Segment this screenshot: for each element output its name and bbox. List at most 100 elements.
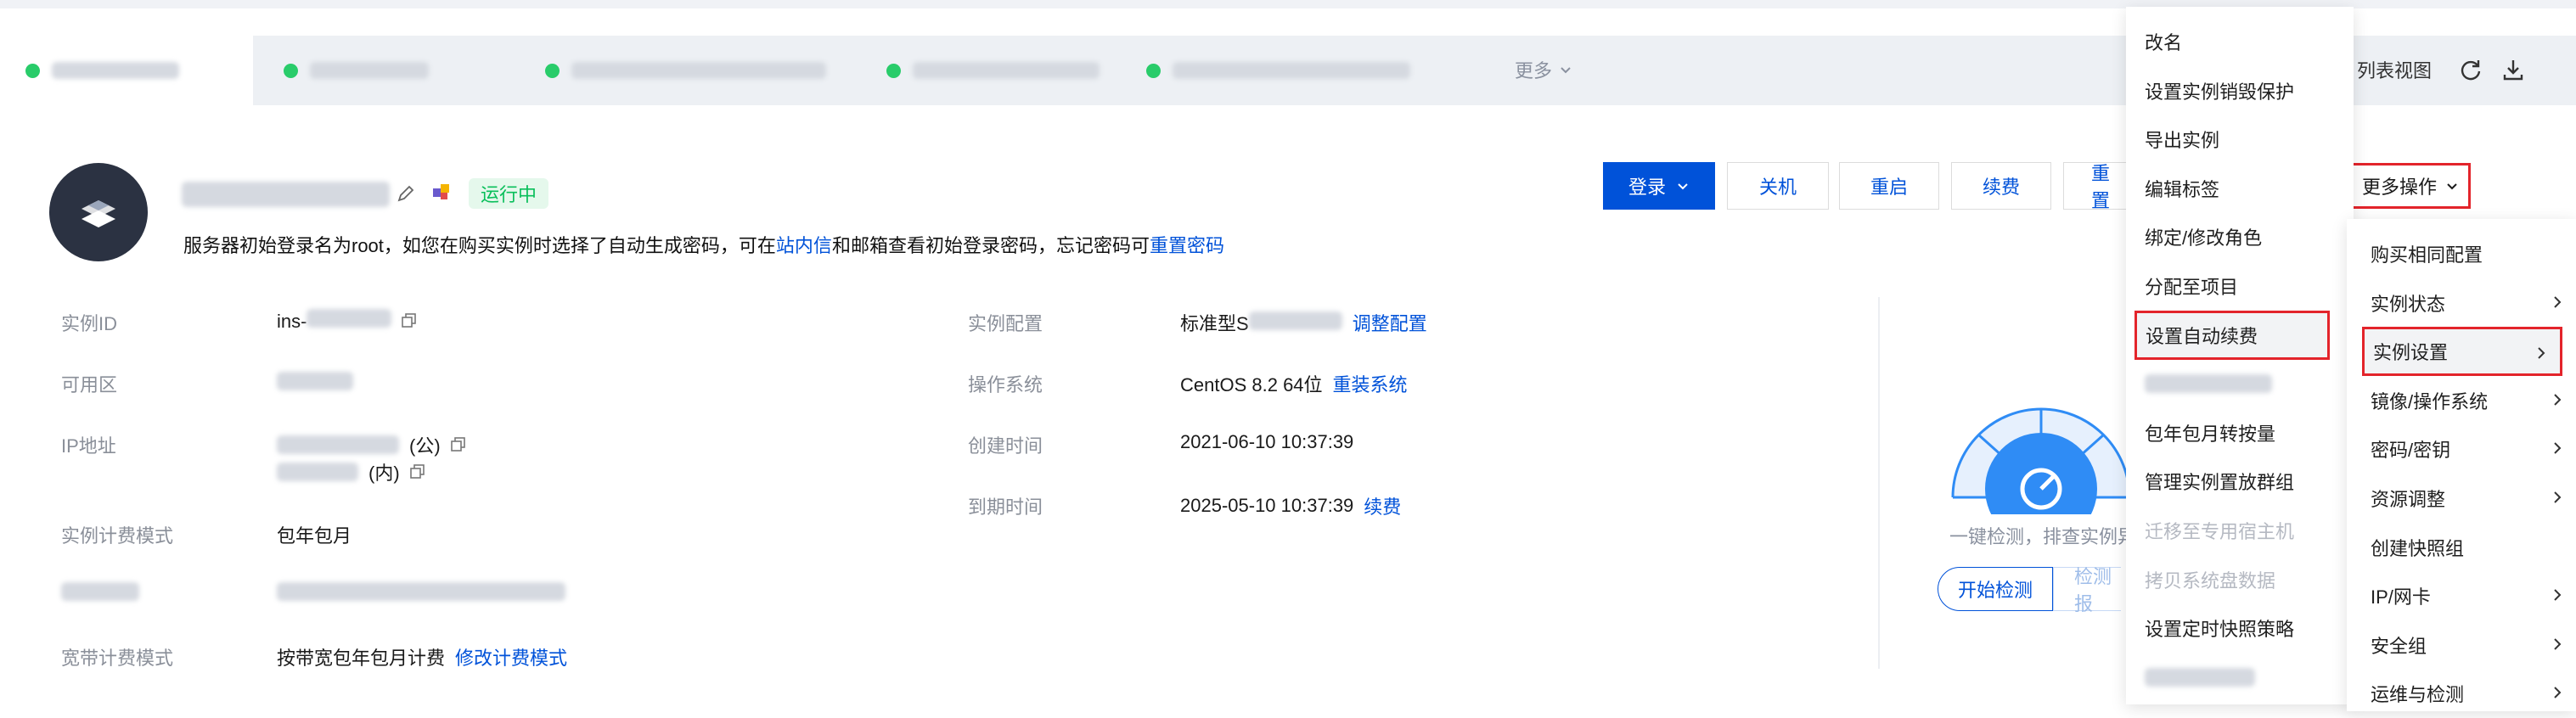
submenu-item: 迁移至专用宿主机: [2126, 506, 2354, 555]
more-actions-item[interactable]: 资源调整: [2347, 474, 2576, 523]
chevron-right-icon: [2554, 394, 2562, 406]
tab-name-redacted: [310, 62, 429, 79]
more-actions-menu: 购买相同配置 实例状态实例设置镜像/操作系统密码/密钥资源调整创建快照组 IP/网卡…: [2347, 219, 2576, 711]
submenu-item-redacted: [2145, 374, 2272, 394]
submenu-item[interactable]: 设置实例销毁保护: [2126, 66, 2354, 115]
modify-billing-link[interactable]: 修改计费模式: [455, 643, 567, 670]
status-badge: 运行中: [469, 178, 549, 209]
more-actions-item[interactable]: 镜像/操作系统: [2347, 376, 2576, 425]
billing-mode-value: 包年包月: [277, 525, 352, 547]
instance-config-label: 实例配置: [968, 313, 1043, 334]
tab-instance-3[interactable]: [545, 36, 851, 105]
ip-private-suffix: (内): [368, 463, 400, 484]
plugin-icon[interactable]: [430, 180, 453, 204]
more-actions-item[interactable]: 密码/密钥: [2347, 424, 2576, 474]
submenu-item-label: 导出实例: [2145, 130, 2220, 152]
inbox-link[interactable]: 站内信: [776, 235, 832, 256]
running-dot-icon: [25, 63, 40, 78]
instance-avatar: [49, 163, 148, 261]
more-actions-item-label: IP/网卡: [2371, 586, 2431, 609]
more-actions-item-label: 镜像/操作系统: [2371, 390, 2489, 412]
submenu-item[interactable]: 管理实例置放群组: [2126, 457, 2354, 506]
running-dot-icon: [545, 63, 560, 78]
login-label: 登录: [1628, 177, 1666, 198]
renew-button[interactable]: 续费: [1951, 162, 2051, 210]
download-icon[interactable]: [2501, 58, 2525, 81]
submenu-item[interactable]: 设置自动续费: [2134, 310, 2330, 360]
running-dot-icon: [1146, 63, 1161, 78]
more-actions-item-label: 运维与检测: [2371, 684, 2465, 706]
tab-name-redacted: [571, 62, 826, 79]
copy-icon[interactable]: [450, 437, 466, 452]
more-actions-item[interactable]: 创建快照组: [2347, 523, 2576, 572]
start-check-button[interactable]: 开始检测: [1938, 567, 2053, 611]
more-actions-item[interactable]: IP/网卡: [2347, 571, 2576, 620]
more-actions-item[interactable]: 安全组: [2347, 620, 2576, 670]
instance-name-redacted: [182, 182, 390, 207]
tab-name-redacted: [1173, 62, 1410, 79]
restart-button[interactable]: 重启: [1839, 162, 1939, 210]
bandwidth-mode-value: 按带宽包年包月计费 修改计费模式: [277, 643, 567, 670]
zone-value-redacted: [277, 372, 353, 390]
running-dot-icon: [284, 63, 298, 78]
submenu-item[interactable]: 包年包月转按量: [2126, 408, 2354, 457]
submenu-item-label: 设置定时快照策略: [2145, 619, 2295, 641]
more-actions-item[interactable]: 运维与检测: [2347, 669, 2576, 718]
shutdown-button[interactable]: 关机: [1727, 162, 1829, 210]
login-button[interactable]: 登录: [1603, 162, 1715, 210]
chevron-down-icon: [1678, 183, 1688, 190]
more-actions-item[interactable]: 实例设置: [2362, 327, 2562, 377]
more-actions-item-label: 实例设置: [2373, 342, 2449, 364]
edit-pencil-icon[interactable]: [396, 183, 416, 204]
expire-time-value: 2025-05-10 10:37:39 续费: [1180, 492, 1401, 519]
submenu-item[interactable]: 导出实例: [2126, 115, 2354, 164]
more-actions-item-label: 资源调整: [2371, 489, 2446, 510]
more-actions-item[interactable]: 购买相同配置: [2347, 229, 2576, 278]
renew-link[interactable]: 续费: [1364, 492, 1401, 519]
adjust-config-link[interactable]: 调整配置: [1353, 309, 1427, 336]
submenu-item[interactable]: [2126, 359, 2354, 408]
ip-public-value: (公): [277, 431, 466, 458]
instance-id-label: 实例ID: [61, 313, 118, 334]
submenu-item[interactable]: 分配至项目: [2126, 261, 2354, 311]
config-prefix: 标准型S: [1180, 313, 1249, 334]
reset-button[interactable]: 重置: [2063, 162, 2126, 211]
submenu-item[interactable]: [2126, 653, 2354, 702]
instance-id-value: ins-: [277, 309, 417, 333]
copy-icon[interactable]: [402, 313, 417, 328]
chevron-right-icon: [2554, 442, 2562, 455]
os-text: CentOS 8.2 64位: [1180, 374, 1323, 395]
more-actions-button[interactable]: 更多操作: [2350, 163, 2471, 209]
tab-instance-4[interactable]: [886, 36, 1141, 105]
tab-instance-1[interactable]: [0, 36, 253, 105]
login-notice: 服务器初始登录名为root，如您在购买实例时选择了自动生成密码，可在站内信和邮箱…: [183, 231, 1224, 258]
more-actions-item-label: 创建快照组: [2371, 537, 2465, 559]
submenu-item-label: 设置自动续费: [2146, 325, 2258, 347]
list-view-button[interactable]: 列表视图: [2357, 56, 2432, 83]
submenu-item[interactable]: 绑定/修改角色: [2126, 212, 2354, 261]
tab-instance-2[interactable]: [284, 36, 521, 105]
expire-time-text: 2025-05-10 10:37:39: [1180, 495, 1354, 516]
os-value: CentOS 8.2 64位 重装系统: [1180, 370, 1408, 397]
submenu-item-label: 包年包月转按量: [2145, 423, 2276, 445]
ip-private-value: (内): [277, 458, 425, 485]
submenu-item[interactable]: 改名: [2126, 17, 2354, 66]
submenu-item[interactable]: 设置定时快照策略: [2126, 603, 2354, 653]
submenu-item-label: 改名: [2145, 32, 2183, 53]
instance-id-redacted: [307, 309, 392, 328]
running-dot-icon: [886, 63, 901, 78]
chevron-down-icon: [1561, 67, 1571, 74]
tab-instance-5[interactable]: [1146, 36, 1435, 105]
submenu-item-label: 迁移至专用宿主机: [2145, 521, 2295, 542]
more-actions-item[interactable]: 实例状态: [2347, 278, 2576, 328]
ip-public-suffix: (公): [409, 435, 441, 457]
ip-public-redacted: [277, 435, 399, 454]
copy-icon[interactable]: [409, 464, 425, 480]
reset-password-link[interactable]: 重置密码: [1150, 235, 1224, 256]
more-tabs-button[interactable]: 更多: [1515, 56, 1572, 83]
submenu-item[interactable]: 编辑标签: [2126, 164, 2354, 213]
reinstall-system-link[interactable]: 重装系统: [1333, 370, 1408, 397]
check-report-button[interactable]: 检测报: [2053, 566, 2121, 614]
submenu-item-label: 编辑标签: [2145, 178, 2220, 200]
refresh-icon[interactable]: [2459, 58, 2483, 81]
